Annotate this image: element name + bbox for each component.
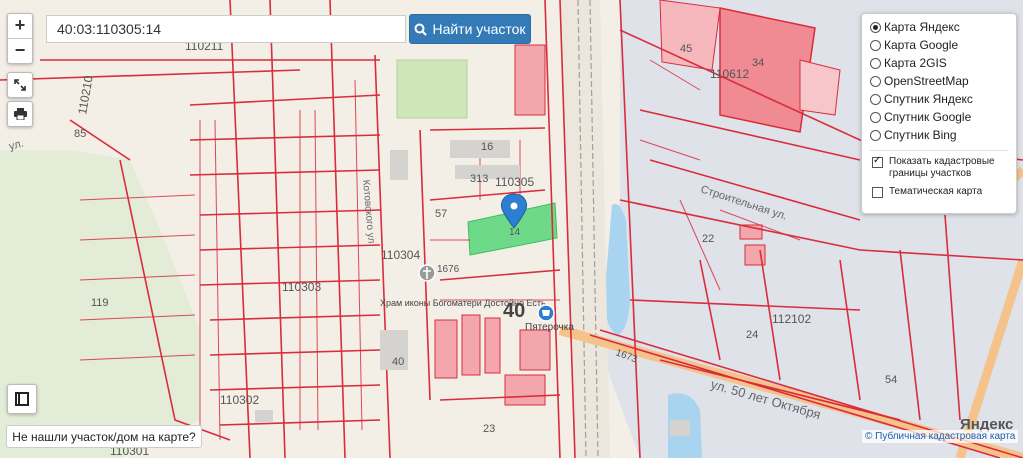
label-quarter-110612: 110612: [710, 67, 749, 81]
find-parcel-label: Найти участок: [432, 21, 526, 37]
book-icon: [15, 392, 29, 406]
label-parcel-16: 16: [481, 141, 493, 153]
find-parcel-button[interactable]: Найти участок: [409, 14, 531, 44]
label-parcel-22: 22: [702, 233, 714, 245]
divider: [870, 150, 1008, 151]
label-quarter-112102: 112102: [772, 312, 811, 326]
label-parcel-24: 24: [746, 329, 758, 341]
parcel-45-area: [659, 0, 721, 71]
label-parcel-54: 54: [885, 374, 897, 386]
printer-icon: [13, 108, 27, 121]
radio-icon[interactable]: [870, 129, 881, 141]
label-parcel-57: 57: [435, 208, 447, 220]
label-poi-pyaterochka: Пятерочка: [525, 322, 574, 333]
label-parcel-119: 119: [91, 297, 109, 309]
label-parcel-40: 40: [392, 356, 404, 368]
church-icon[interactable]: [418, 264, 436, 282]
show-cadastral-label: Показать кадастровые границы участков: [889, 156, 995, 179]
radio-icon[interactable]: [870, 57, 881, 69]
radio-icon[interactable]: [870, 93, 881, 105]
label-parcel-34: 34: [752, 57, 764, 69]
sports-field: [396, 59, 468, 119]
map-layers-panel: Карта Яндекс Карта Google Карта 2GIS Ope…: [861, 13, 1017, 214]
label-parcel-14: 14: [509, 227, 521, 238]
radio-icon[interactable]: [870, 111, 881, 123]
attribution-link[interactable]: © Публичная кадастровая карта: [862, 430, 1019, 443]
shop-icon[interactable]: [537, 304, 555, 322]
label-poi-church: Храм иконы Богоматери Достойно Есть: [380, 298, 546, 308]
checkbox-icon[interactable]: [872, 155, 883, 168]
layer-label: Спутник Google: [884, 110, 972, 124]
zoom-out-button[interactable]: −: [8, 38, 32, 63]
zoom-in-button[interactable]: +: [8, 14, 32, 38]
label-parcel-23: 23: [483, 423, 495, 435]
layer-option-google-map[interactable]: Карта Google: [870, 36, 1008, 54]
radio-icon[interactable]: [870, 21, 881, 33]
checkbox-icon[interactable]: [872, 187, 883, 198]
thematic-map-toggle[interactable]: Тематическая карта: [870, 186, 1008, 198]
layer-label: Карта Яндекс: [884, 20, 960, 34]
fullscreen-button[interactable]: [7, 72, 33, 98]
print-button[interactable]: [7, 101, 33, 127]
zoom-control: + −: [7, 13, 33, 64]
label-parcel-85: 85: [74, 128, 86, 140]
label-quarter-110302: 110302: [220, 393, 259, 407]
layer-label: Карта 2GIS: [884, 56, 947, 70]
layer-label: Карта Google: [884, 38, 959, 52]
layer-option-yandex-map[interactable]: Карта Яндекс: [870, 18, 1008, 36]
layer-option-2gis-map[interactable]: Карта 2GIS: [870, 54, 1008, 72]
layer-option-yandex-satellite[interactable]: Спутник Яндекс: [870, 90, 1008, 108]
radio-icon[interactable]: [870, 75, 881, 87]
layer-label: Спутник Bing: [884, 128, 957, 142]
label-parcel-45: 45: [680, 43, 692, 55]
label-quarter-110305: 110305: [495, 175, 534, 189]
not-found-button[interactable]: Не нашли участок/дом на карте?: [6, 425, 202, 448]
layer-label: OpenStreetMap: [884, 74, 969, 88]
legend-button[interactable]: [7, 384, 37, 414]
cadastral-search-input[interactable]: [46, 15, 406, 43]
layer-label: Спутник Яндекс: [884, 92, 973, 106]
label-quarter-110303: 110303: [282, 280, 321, 294]
search-icon: [414, 23, 428, 36]
thematic-map-label: Тематическая карта: [889, 186, 983, 197]
layer-option-osm[interactable]: OpenStreetMap: [870, 72, 1008, 90]
radio-icon[interactable]: [870, 39, 881, 51]
label-quarter-110304: 110304: [381, 248, 420, 262]
layer-option-google-satellite[interactable]: Спутник Google: [870, 108, 1008, 126]
layer-option-bing-satellite[interactable]: Спутник Bing: [870, 126, 1008, 144]
label-parcel-313: 313: [470, 173, 488, 185]
show-cadastral-toggle[interactable]: Показать кадастровые границы участков: [870, 155, 1008, 180]
label-parcel-1676: 1676: [437, 264, 460, 275]
expand-icon: [14, 79, 26, 91]
parcel-red-2: [799, 59, 841, 116]
